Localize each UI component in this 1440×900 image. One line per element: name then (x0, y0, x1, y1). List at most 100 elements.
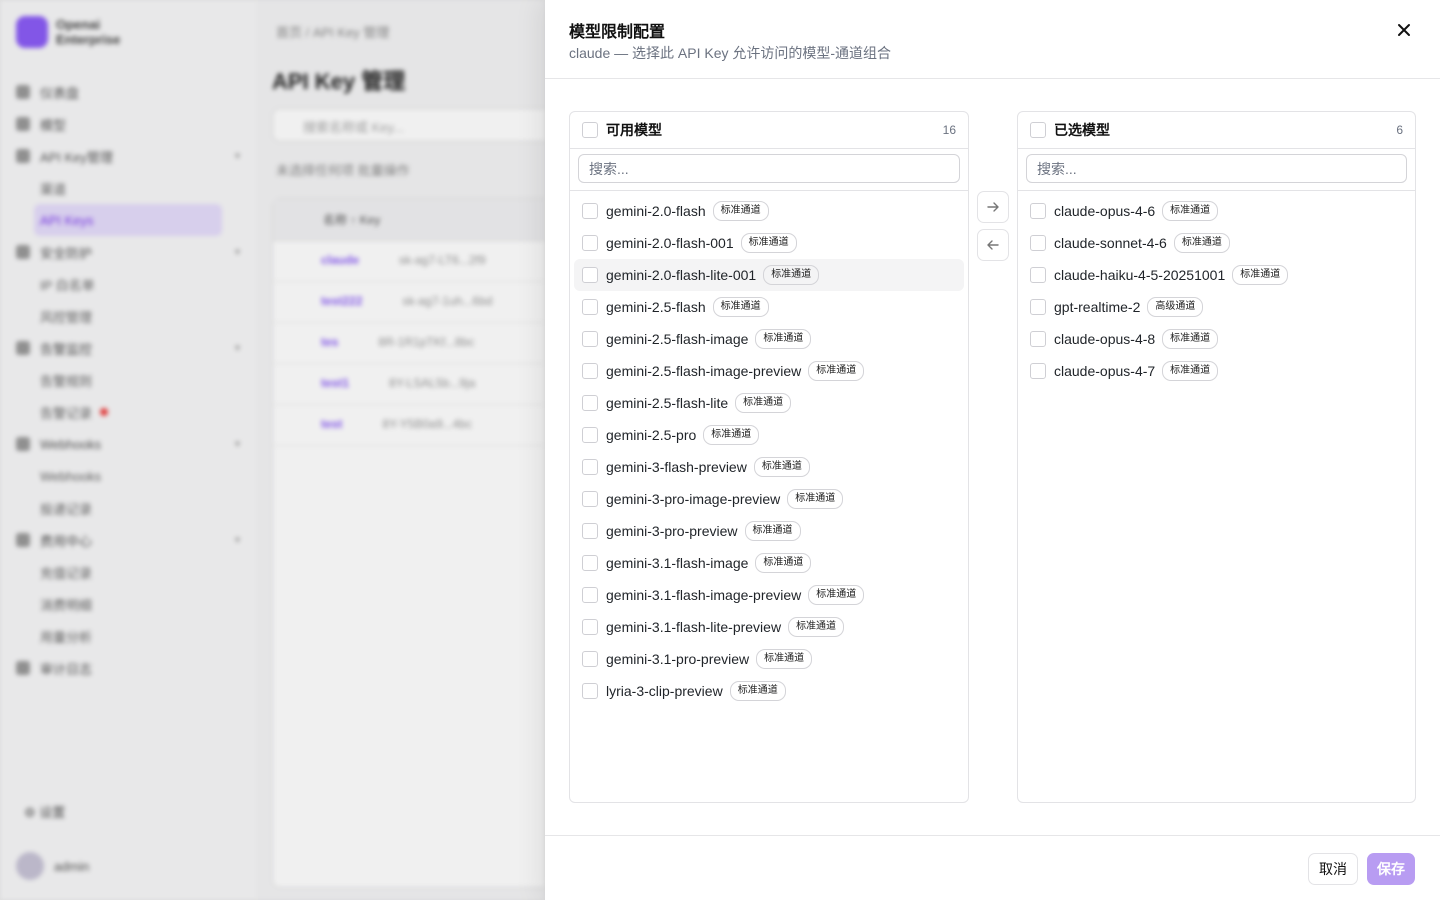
channel-badge: 标准通道 (1162, 329, 1219, 349)
model-checkbox[interactable] (582, 683, 598, 699)
available-panel-header: 可用模型 16 (570, 112, 968, 149)
model-name: gemini-2.5-flash-lite (606, 395, 729, 411)
model-name: gemini-3.1-pro-preview (606, 651, 750, 667)
model-checkbox[interactable] (582, 363, 598, 379)
cancel-button[interactable]: 取消 (1308, 853, 1358, 885)
arrow-right-icon (987, 202, 999, 212)
model-list-item[interactable]: gemini-2.5-flash 标准通道 (574, 291, 964, 323)
channel-badge: 标准通道 (729, 681, 786, 701)
model-checkbox[interactable] (582, 427, 598, 443)
selected-search-input[interactable] (1026, 154, 1407, 183)
move-left-button[interactable] (977, 229, 1009, 261)
channel-badge: 标准通道 (787, 489, 844, 509)
model-name: gemini-2.5-flash-image-preview (606, 363, 802, 379)
model-name: gemini-2.5-flash-image (606, 331, 749, 347)
model-list-item[interactable]: gemini-3-pro-image-preview 标准通道 (574, 483, 964, 515)
available-search-wrap (570, 149, 968, 191)
model-list-item[interactable]: gemini-2.5-flash-image-preview 标准通道 (574, 355, 964, 387)
model-name: claude-opus-4-8 (1054, 331, 1156, 347)
model-list-item[interactable]: gemini-2.5-flash-lite 标准通道 (574, 387, 964, 419)
model-list-item[interactable]: gemini-2.5-flash-image 标准通道 (574, 323, 964, 355)
model-checkbox[interactable] (582, 267, 598, 283)
model-checkbox[interactable] (582, 299, 598, 315)
model-checkbox[interactable] (582, 203, 598, 219)
selected-panel-header: 已选模型 6 (1018, 112, 1415, 149)
channel-badge: 标准通道 (808, 585, 865, 605)
channel-badge: 标准通道 (1162, 361, 1219, 381)
available-models-panel: 可用模型 16 gemini-2.0-flash标准通道gemini-2.0-f… (569, 111, 969, 803)
model-list-item[interactable]: gemini-2.5-pro 标准通道 (574, 419, 964, 451)
model-name: gemini-3-flash-preview (606, 459, 747, 475)
model-list-item[interactable]: gemini-3-flash-preview 标准通道 (574, 451, 964, 483)
model-checkbox[interactable] (1030, 363, 1046, 379)
channel-badge: 高级通道 (1147, 297, 1204, 317)
channel-badge: 标准通道 (1162, 201, 1219, 221)
model-checkbox[interactable] (582, 459, 598, 475)
select-all-selected-checkbox[interactable] (1030, 122, 1046, 138)
selected-panel-title: 已选模型 (1054, 122, 1110, 138)
model-checkbox[interactable] (582, 523, 598, 539)
selected-models-panel: 已选模型 6 claude-opus-4-6标准通道claude-sonnet-… (1017, 111, 1416, 803)
model-checkbox[interactable] (1030, 267, 1046, 283)
model-restriction-drawer: 模型限制配置 claude — 选择此 API Key 允许访问的模型-通道组合… (545, 0, 1440, 900)
model-list-item[interactable]: gemini-2.0-flash-lite-001 标准通道 (574, 259, 964, 291)
model-list-item[interactable]: claude-haiku-4-5-20251001 标准通道 (1022, 259, 1411, 291)
model-name: gemini-3-pro-image-preview (606, 491, 781, 507)
model-checkbox[interactable] (582, 587, 598, 603)
model-list-item[interactable]: gemini-2.0-flash 标准通道 (574, 195, 964, 227)
channel-badge: 标准通道 (703, 425, 760, 445)
channel-badge: 标准通道 (740, 233, 797, 253)
channel-badge: 标准通道 (744, 521, 801, 541)
model-name: gemini-3.1-flash-image-preview (606, 587, 802, 603)
model-list-item[interactable]: claude-opus-4-8 标准通道 (1022, 323, 1411, 355)
available-search-input[interactable] (578, 154, 960, 183)
model-checkbox[interactable] (582, 619, 598, 635)
model-checkbox[interactable] (1030, 203, 1046, 219)
model-name: gpt-realtime-2 (1054, 299, 1141, 315)
model-list-item[interactable]: gemini-3.1-flash-image 标准通道 (574, 547, 964, 579)
channel-badge: 标准通道 (1232, 265, 1289, 285)
selected-count: 6 (1396, 123, 1403, 137)
model-list-item[interactable]: gemini-3.1-flash-lite-preview 标准通道 (574, 611, 964, 643)
model-name: gemini-2.5-flash (606, 299, 706, 315)
model-checkbox[interactable] (582, 331, 598, 347)
select-all-available-checkbox[interactable] (582, 122, 598, 138)
save-button[interactable]: 保存 (1367, 853, 1415, 885)
available-count: 16 (942, 123, 956, 137)
model-list-item[interactable]: gemini-2.0-flash-001 标准通道 (574, 227, 964, 259)
model-checkbox[interactable] (1030, 299, 1046, 315)
available-model-list: gemini-2.0-flash 标准通道 gemini-2.0-flash-001… (570, 191, 968, 711)
modal-overlay[interactable] (0, 0, 545, 900)
close-icon (1398, 24, 1410, 36)
model-name: gemini-2.5-pro (606, 427, 697, 443)
model-checkbox[interactable] (1030, 331, 1046, 347)
model-list-item[interactable]: claude-opus-4-7 标准通道 (1022, 355, 1411, 387)
model-checkbox[interactable] (582, 651, 598, 667)
channel-badge: 标准通道 (788, 617, 845, 637)
selected-model-list: claude-opus-4-6 标准通道 claude-sonnet-4-6 标准通道… (1018, 191, 1415, 391)
drawer-subtitle: claude — 选择此 API Key 允许访问的模型-通道组合 (569, 45, 892, 61)
model-checkbox[interactable] (582, 555, 598, 571)
move-right-button[interactable] (977, 191, 1009, 223)
model-checkbox[interactable] (582, 395, 598, 411)
channel-badge: 标准通道 (756, 649, 813, 669)
model-list-item[interactable]: lyria-3-clip-preview 标准通道 (574, 675, 964, 707)
close-button[interactable] (1392, 18, 1416, 42)
channel-badge: 标准通道 (753, 457, 810, 477)
model-list-item[interactable]: gemini-3-pro-preview 标准通道 (574, 515, 964, 547)
channel-badge: 标准通道 (735, 393, 792, 413)
model-list-item[interactable]: gpt-realtime-2 高级通道 (1022, 291, 1411, 323)
model-list-item[interactable]: claude-sonnet-4-6 标准通道 (1022, 227, 1411, 259)
model-name: lyria-3-clip-preview (606, 683, 723, 699)
model-checkbox[interactable] (582, 491, 598, 507)
model-list-item[interactable]: claude-opus-4-6 标准通道 (1022, 195, 1411, 227)
model-checkbox[interactable] (582, 235, 598, 251)
model-list-item[interactable]: gemini-3.1-pro-preview 标准通道 (574, 643, 964, 675)
model-list-item[interactable]: gemini-3.1-flash-image-preview 标准通道 (574, 579, 964, 611)
model-checkbox[interactable] (1030, 235, 1046, 251)
model-name: gemini-2.0-flash-lite-001 (606, 267, 757, 283)
model-name: gemini-3.1-flash-lite-preview (606, 619, 782, 635)
model-name: claude-opus-4-7 (1054, 363, 1156, 379)
selected-search-wrap (1018, 149, 1415, 191)
drawer-header: 模型限制配置 claude — 选择此 API Key 允许访问的模型-通道组合 (545, 0, 1440, 79)
